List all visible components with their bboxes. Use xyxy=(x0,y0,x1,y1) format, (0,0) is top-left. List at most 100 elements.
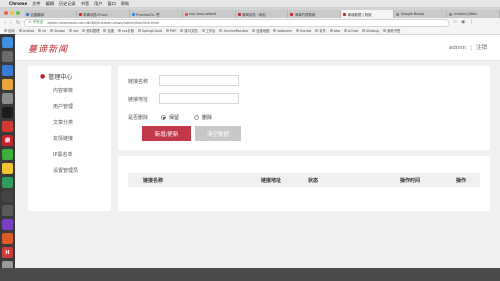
app-purple-icon[interactable] xyxy=(2,219,13,230)
bookmark-item[interactable]: vip xyxy=(69,29,78,33)
browser-tab[interactable]: chrome://files xyxy=(447,10,500,18)
link-name-input[interactable] xyxy=(159,75,239,86)
bookmark-item[interactable]: 应用 xyxy=(4,28,15,33)
browser-tab[interactable]: css::moz-selecti xyxy=(182,10,236,18)
bookmark-item[interactable]: PHP xyxy=(165,29,176,33)
window-controls xyxy=(4,11,20,15)
column-link-name[interactable]: 链接名称 xyxy=(143,177,163,184)
tab-favicon-icon xyxy=(449,12,453,16)
logout-link[interactable]: 注销 xyxy=(476,45,487,51)
bookmark-label: 其他书签 xyxy=(387,29,401,33)
bookmark-icon xyxy=(295,29,299,32)
bookmark-item[interactable]: webview xyxy=(273,29,292,33)
bookmark-item[interactable]: Vscript xyxy=(295,29,311,33)
maximize-window-icon[interactable] xyxy=(16,11,20,15)
bookmark-item[interactable]: Linkfox xyxy=(18,29,34,33)
bookmark-item[interactable]: SpringCloud xyxy=(137,29,162,33)
column-actions[interactable]: 操作 xyxy=(456,177,466,184)
menubar-item[interactable]: 历史记录 xyxy=(59,1,76,7)
submit-button[interactable]: 新增/更新 xyxy=(142,126,191,141)
back-icon[interactable]: ‹ xyxy=(4,20,6,26)
bookmark-item[interactable]: 资料整理 xyxy=(82,28,99,33)
bookmarks-bar: 应用 Linkfox pc Shown vip 资料整理 百度 css手册 SpringClou… xyxy=(0,27,500,35)
bookmark-item[interactable]: 百度地图 xyxy=(252,28,269,33)
netease-music-icon[interactable]: 網 xyxy=(2,135,13,146)
launchpad-icon[interactable] xyxy=(2,51,13,62)
star-icon[interactable]: ☆ xyxy=(453,20,457,25)
menubar-app-name[interactable]: Chrome xyxy=(9,1,27,6)
radio-delete[interactable]: 删除 xyxy=(194,114,212,121)
bookmark-item[interactable]: 其他书签 xyxy=(383,28,400,33)
reload-icon[interactable]: ↻ xyxy=(16,20,20,26)
clear-button[interactable]: 清空数据 xyxy=(195,126,241,141)
minimize-window-icon[interactable] xyxy=(10,11,14,15)
bookmark-label: 百度地图 xyxy=(256,29,270,33)
tab-label: css::moz-selecti xyxy=(189,12,217,16)
username-link[interactable]: admin xyxy=(449,45,466,51)
bookmark-item[interactable]: 百度 xyxy=(103,28,114,33)
app-dot-icon[interactable] xyxy=(2,205,13,216)
menubar-item[interactable]: 用户 xyxy=(94,1,102,7)
address-bar[interactable]: ① 不安全 admin.meenews.com:8080/linkman-new… xyxy=(24,18,450,27)
app-green-icon[interactable] xyxy=(2,177,13,188)
app-dark-icon[interactable] xyxy=(2,191,13,202)
bookmark-item[interactable]: 京东 xyxy=(315,28,326,33)
bookmark-item[interactable]: XDebug xyxy=(361,28,380,33)
bookmark-item[interactable]: pChat xyxy=(344,29,358,33)
radio-delete-label: 删除 xyxy=(202,115,213,121)
sidebar-item-content-review[interactable]: 内容审核 xyxy=(53,87,73,94)
browser-tab[interactable]: ProcessOn -思 xyxy=(129,10,183,18)
bookmark-label: 接口文档 xyxy=(184,29,198,33)
safari-icon[interactable] xyxy=(2,65,13,76)
bookmark-item[interactable]: 工作台 xyxy=(201,28,215,33)
bookmark-label: XDebug xyxy=(365,28,380,33)
url-text: admin.meenews.com:8080/linkman-news/admi… xyxy=(47,20,160,25)
terminal-icon[interactable] xyxy=(2,107,13,118)
sidebar-item-user-management[interactable]: 用户管理 xyxy=(53,103,73,110)
browser-tab[interactable]: 新闻动态（添加 xyxy=(235,10,289,18)
bookmark-item[interactable]: php xyxy=(329,29,340,33)
bookmark-item[interactable]: ServiceMonitor xyxy=(219,29,248,33)
app-orange-icon[interactable] xyxy=(2,233,13,244)
browser-tab[interactable]: 简单方便易用 xyxy=(288,10,342,18)
sidebar-item-admin-settings[interactable]: 设置管理员 xyxy=(53,167,78,174)
bookmark-item[interactable]: css手册 xyxy=(118,28,134,33)
menubar-item[interactable]: 文件 xyxy=(32,1,40,7)
menubar-item[interactable]: 编辑 xyxy=(46,1,54,7)
site-logo[interactable]: 蔓谛新闻 xyxy=(28,42,68,55)
forward-icon[interactable]: › xyxy=(10,20,12,26)
photos-icon[interactable] xyxy=(2,79,13,90)
bookmark-item[interactable]: 接口文档 xyxy=(180,28,198,33)
column-status[interactable]: 状态 xyxy=(308,177,318,184)
app-red-icon[interactable] xyxy=(2,121,13,132)
column-link-address[interactable]: 链接地址 xyxy=(261,177,281,184)
tab-label: Google Brows xyxy=(400,12,425,16)
security-indicator[interactable]: ① 不安全 xyxy=(28,20,43,25)
link-address-input[interactable] xyxy=(159,93,239,104)
browser-tab[interactable]: 新闻动态-Proce xyxy=(76,10,130,18)
close-window-icon[interactable] xyxy=(4,11,8,15)
bookmark-item[interactable]: Shown xyxy=(50,29,65,33)
tab-label: 新闻动态-Proce xyxy=(83,12,108,17)
browser-tab[interactable]: Google Brows xyxy=(394,10,448,18)
tab-label: chrome://files xyxy=(453,12,477,16)
menubar-item[interactable]: 书签 xyxy=(81,1,89,7)
menu-icon[interactable]: ⋮ xyxy=(469,20,474,25)
browser-tab[interactable]: 新增数据 | 蚂蚁 xyxy=(341,10,395,18)
finder-icon[interactable] xyxy=(2,37,13,48)
browser-tab[interactable]: 百度翻译 xyxy=(24,10,77,18)
extension-icon[interactable]: ◉ xyxy=(461,20,465,25)
sidebar-item-friendly-links[interactable]: 友情链接 xyxy=(53,135,73,142)
link-form-panel: 链接名称 链接地址 是否删除 保留 删除 新增/更新 清空数据 xyxy=(118,66,490,150)
column-operation-time[interactable]: 操作时间 xyxy=(400,177,420,184)
sidebar-item-article-category[interactable]: 文章分类 xyxy=(53,119,73,126)
chrome-icon[interactable] xyxy=(2,163,13,174)
app-h-icon[interactable]: H xyxy=(2,247,13,258)
menubar-item[interactable]: 窗口 xyxy=(108,1,116,7)
bookmark-item[interactable]: pc xyxy=(38,29,46,33)
menubar-item[interactable]: 帮助 xyxy=(121,1,129,7)
sidebar-item-ip-blacklist[interactable]: IP黑名单 xyxy=(53,151,73,158)
settings-icon[interactable] xyxy=(2,93,13,104)
wechat-icon[interactable] xyxy=(2,149,13,160)
radio-keep[interactable]: 保留 xyxy=(161,114,179,121)
